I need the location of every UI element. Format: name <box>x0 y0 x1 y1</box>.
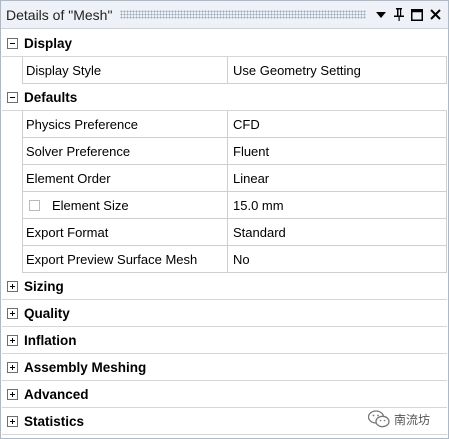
property-name: Element Order <box>22 165 227 192</box>
expand-toggle[interactable] <box>2 84 22 110</box>
property-row-display-style: Display Style Use Geometry Setting <box>2 57 447 84</box>
expand-toggle[interactable] <box>2 30 22 56</box>
row-gutter <box>2 246 22 273</box>
property-row-solver-preference: Solver Preference Fluent <box>2 138 447 165</box>
category-row-advanced[interactable]: Advanced <box>2 381 447 408</box>
expand-toggle[interactable] <box>2 381 22 407</box>
category-label: Display <box>24 35 73 51</box>
property-row-element-order: Element Order Linear <box>2 165 447 192</box>
expand-toggle[interactable] <box>2 273 22 299</box>
expand-icon[interactable] <box>6 334 18 346</box>
wechat-icon <box>367 410 390 428</box>
expand-icon[interactable] <box>6 307 18 319</box>
row-gutter <box>2 138 22 165</box>
property-name-text: Export Format <box>26 224 109 240</box>
property-row-element-size: Element Size 15.0 mm <box>2 192 447 219</box>
category-row-quality[interactable]: Quality <box>2 300 447 327</box>
expand-toggle[interactable] <box>2 300 22 326</box>
property-name-text: Element Order <box>26 170 111 186</box>
property-value[interactable]: CFD <box>227 111 447 138</box>
property-name: Display Style <box>22 57 227 84</box>
category-row-display[interactable]: Display <box>2 30 447 57</box>
category-row-defaults[interactable]: Defaults <box>2 84 447 111</box>
collapse-icon[interactable] <box>6 91 18 103</box>
property-value[interactable]: Fluent <box>227 138 447 165</box>
titlebar-buttons <box>372 5 444 25</box>
property-name-text: Solver Preference <box>26 143 131 159</box>
category-label: Assembly Meshing <box>24 359 147 375</box>
category-label: Sizing <box>24 278 64 294</box>
property-row-export-preview-surface-mesh: Export Preview Surface Mesh No <box>2 246 447 273</box>
property-name: Export Preview Surface Mesh <box>22 246 227 273</box>
details-panel: Details of "Mesh" Display Display Style … <box>0 0 449 439</box>
expand-icon[interactable] <box>6 280 18 292</box>
drag-grip[interactable] <box>120 10 366 19</box>
property-name: Physics Preference <box>22 111 227 138</box>
close-icon[interactable] <box>426 5 444 25</box>
property-name: Export Format <box>22 219 227 246</box>
property-name-text: Physics Preference <box>26 116 138 132</box>
watermark-text: 南流坊 <box>393 412 430 427</box>
expand-toggle[interactable] <box>2 327 22 353</box>
property-row-physics-preference: Physics Preference CFD <box>2 111 447 138</box>
property-name-text: Export Preview Surface Mesh <box>26 251 198 267</box>
row-gutter <box>2 219 22 246</box>
category-row-assembly-meshing[interactable]: Assembly Meshing <box>2 354 447 381</box>
category-row-inflation[interactable]: Inflation <box>2 327 447 354</box>
category-label: Statistics <box>24 413 85 429</box>
watermark: 南流坊 <box>367 410 430 428</box>
property-name: Solver Preference <box>22 138 227 165</box>
category-label: Inflation <box>24 332 77 348</box>
expand-toggle[interactable] <box>2 408 22 434</box>
property-name: Element Size <box>22 192 227 219</box>
property-name-text: Display Style <box>26 62 102 78</box>
property-grid: Display Display Style Use Geometry Setting… <box>2 30 447 435</box>
dropdown-arrow-icon[interactable] <box>372 5 390 25</box>
row-gutter <box>2 111 22 138</box>
category-label: Quality <box>24 305 70 321</box>
collapse-icon[interactable] <box>6 37 18 49</box>
row-gutter <box>2 192 22 219</box>
property-row-export-format: Export Format Standard <box>2 219 447 246</box>
property-value[interactable]: Use Geometry Setting <box>227 57 447 84</box>
property-value[interactable]: Linear <box>227 165 447 192</box>
expand-icon[interactable] <box>6 361 18 373</box>
expand-toggle[interactable] <box>2 354 22 380</box>
category-label: Advanced <box>24 386 89 402</box>
expand-icon[interactable] <box>6 388 18 400</box>
row-gutter <box>2 57 22 84</box>
category-row-sizing[interactable]: Sizing <box>2 273 447 300</box>
property-value[interactable]: Standard <box>227 219 447 246</box>
category-label: Defaults <box>24 89 78 105</box>
maximize-icon[interactable] <box>408 5 426 25</box>
pin-icon[interactable] <box>390 5 408 25</box>
parameter-checkbox[interactable] <box>29 199 40 211</box>
row-gutter <box>2 165 22 192</box>
property-value[interactable]: No <box>227 246 447 273</box>
property-name-text: Element Size <box>52 197 129 213</box>
property-value[interactable]: 15.0 mm <box>227 192 447 219</box>
panel-titlebar: Details of "Mesh" <box>1 1 448 29</box>
panel-title: Details of "Mesh" <box>6 6 113 23</box>
expand-icon[interactable] <box>6 415 18 427</box>
